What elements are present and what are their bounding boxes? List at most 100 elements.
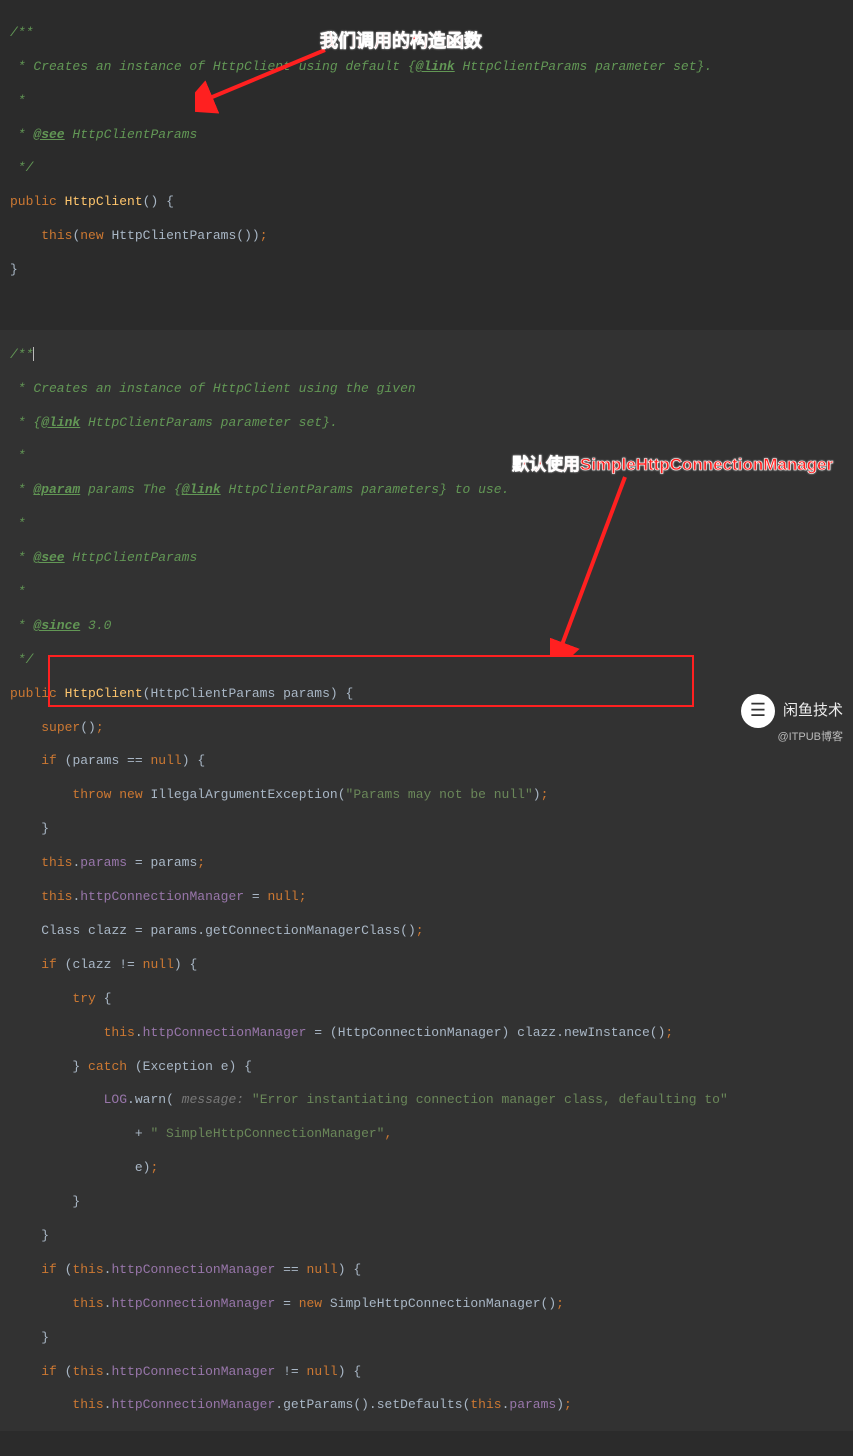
javadoc-text: HttpClientParams parameters} to use.	[221, 482, 510, 497]
paren: )	[533, 787, 541, 802]
kw-super: super	[41, 720, 80, 735]
highlight-box	[48, 655, 694, 707]
dot: .	[197, 923, 205, 938]
op: =	[127, 923, 150, 938]
semicolon: ;	[260, 228, 268, 243]
watermark-name: 闲鱼技术	[783, 701, 843, 721]
field-ref: httpConnectionManager	[80, 889, 244, 904]
method-name: HttpClient	[65, 194, 143, 209]
call: warn	[135, 1092, 166, 1107]
kw-if: if	[41, 957, 57, 972]
brace: }	[41, 821, 49, 836]
brace: {	[353, 1364, 361, 1379]
javadoc-text: * Creates an instance of HttpClient usin…	[10, 381, 423, 396]
catch-sig: (Exception e)	[135, 1059, 236, 1074]
watermark: ☰ 闲鱼技术 @ITPUB博客	[741, 694, 843, 744]
paren: ()	[236, 228, 252, 243]
kw-if: if	[41, 1262, 57, 1277]
dot: .	[369, 1397, 377, 1412]
field-ref: httpConnectionManager	[111, 1262, 275, 1277]
op: ==	[275, 1262, 306, 1277]
type-ref: HttpClientParams	[111, 228, 236, 243]
type-ref: IllegalArgumentException	[150, 787, 337, 802]
brace: {	[104, 991, 112, 1006]
semicolon: ;	[564, 1397, 572, 1412]
semicolon: ;	[416, 923, 424, 938]
call: newInstance	[564, 1025, 650, 1040]
javadoc-link-tag: @link	[182, 482, 221, 497]
brace: }	[72, 1194, 80, 1209]
call: getConnectionManagerClass	[205, 923, 400, 938]
string-literal: "Params may not be null"	[346, 787, 533, 802]
brace: }	[72, 1059, 80, 1074]
op: !=	[275, 1364, 306, 1379]
op: =	[306, 1025, 329, 1040]
paren: ()	[650, 1025, 666, 1040]
ident: params	[150, 855, 197, 870]
javadoc-star: *	[10, 448, 26, 463]
op: =	[127, 855, 150, 870]
ident: params	[150, 923, 197, 938]
javadoc-link-tag: @link	[416, 59, 455, 74]
ident: e	[135, 1160, 143, 1175]
dot: .	[72, 889, 80, 904]
paren: (	[65, 753, 73, 768]
kw-new: new	[80, 228, 103, 243]
paren: ()	[80, 720, 96, 735]
javadoc-see-tag: @see	[33, 550, 64, 565]
param-hint: message:	[174, 1092, 252, 1107]
brace: }	[41, 1330, 49, 1345]
javadoc-close: */	[10, 160, 33, 175]
dot: .	[104, 1262, 112, 1277]
string-literal: "Error instantiating connection manager …	[252, 1092, 728, 1107]
kw-this: this	[41, 855, 72, 870]
paren: (	[65, 1262, 73, 1277]
cond: clazz !=	[72, 957, 142, 972]
paren: (	[65, 1364, 73, 1379]
dot: .	[104, 1364, 112, 1379]
semicolon: ;	[556, 1296, 564, 1311]
call: getParams	[283, 1397, 353, 1412]
kw-if: if	[41, 1364, 57, 1379]
code-editor[interactable]: /** * Creates an instance of HttpClient …	[0, 0, 853, 1456]
annotation-callout-2: 默认使用SimpleHttpConnectionManager	[512, 454, 833, 476]
comma: ,	[384, 1126, 392, 1141]
javadoc-see-text: HttpClientParams	[65, 127, 198, 142]
brace: {	[244, 1059, 252, 1074]
brace: }	[10, 262, 18, 277]
ident: clazz	[88, 923, 127, 938]
kw-this: this	[470, 1397, 501, 1412]
javadoc-star: *	[10, 618, 33, 633]
field-ref: LOG	[104, 1092, 127, 1107]
field-ref: httpConnectionManager	[143, 1025, 307, 1040]
javadoc-see-text: HttpClientParams	[65, 550, 198, 565]
field-ref: httpConnectionManager	[111, 1397, 275, 1412]
semicolon: ;	[299, 889, 307, 904]
kw-null: null	[307, 1262, 338, 1277]
javadoc-star: *	[10, 584, 26, 599]
paren: (	[166, 1092, 174, 1107]
kw-new: new	[119, 787, 142, 802]
watermark-logo-icon: ☰	[741, 694, 775, 728]
watermark-sub: @ITPUB博客	[741, 730, 843, 744]
javadoc-link-tag: @link	[41, 415, 80, 430]
brace: {	[353, 1262, 361, 1277]
kw-throw: throw	[72, 787, 111, 802]
dot: .	[275, 1397, 283, 1412]
dot: .	[104, 1296, 112, 1311]
cond: params ==	[72, 753, 150, 768]
semicolon: ;	[541, 787, 549, 802]
kw-new: new	[299, 1296, 322, 1311]
brace: {	[197, 753, 205, 768]
ident: clazz	[517, 1025, 556, 1040]
brace: {	[166, 194, 174, 209]
dot: .	[502, 1397, 510, 1412]
kw-try: try	[72, 991, 95, 1006]
kw-if: if	[41, 753, 57, 768]
op: =	[275, 1296, 298, 1311]
op: +	[135, 1126, 151, 1141]
kw-this: this	[72, 1296, 103, 1311]
kw-public: public	[10, 194, 57, 209]
type-ref: Class	[41, 923, 80, 938]
javadoc-star: *	[10, 516, 26, 531]
